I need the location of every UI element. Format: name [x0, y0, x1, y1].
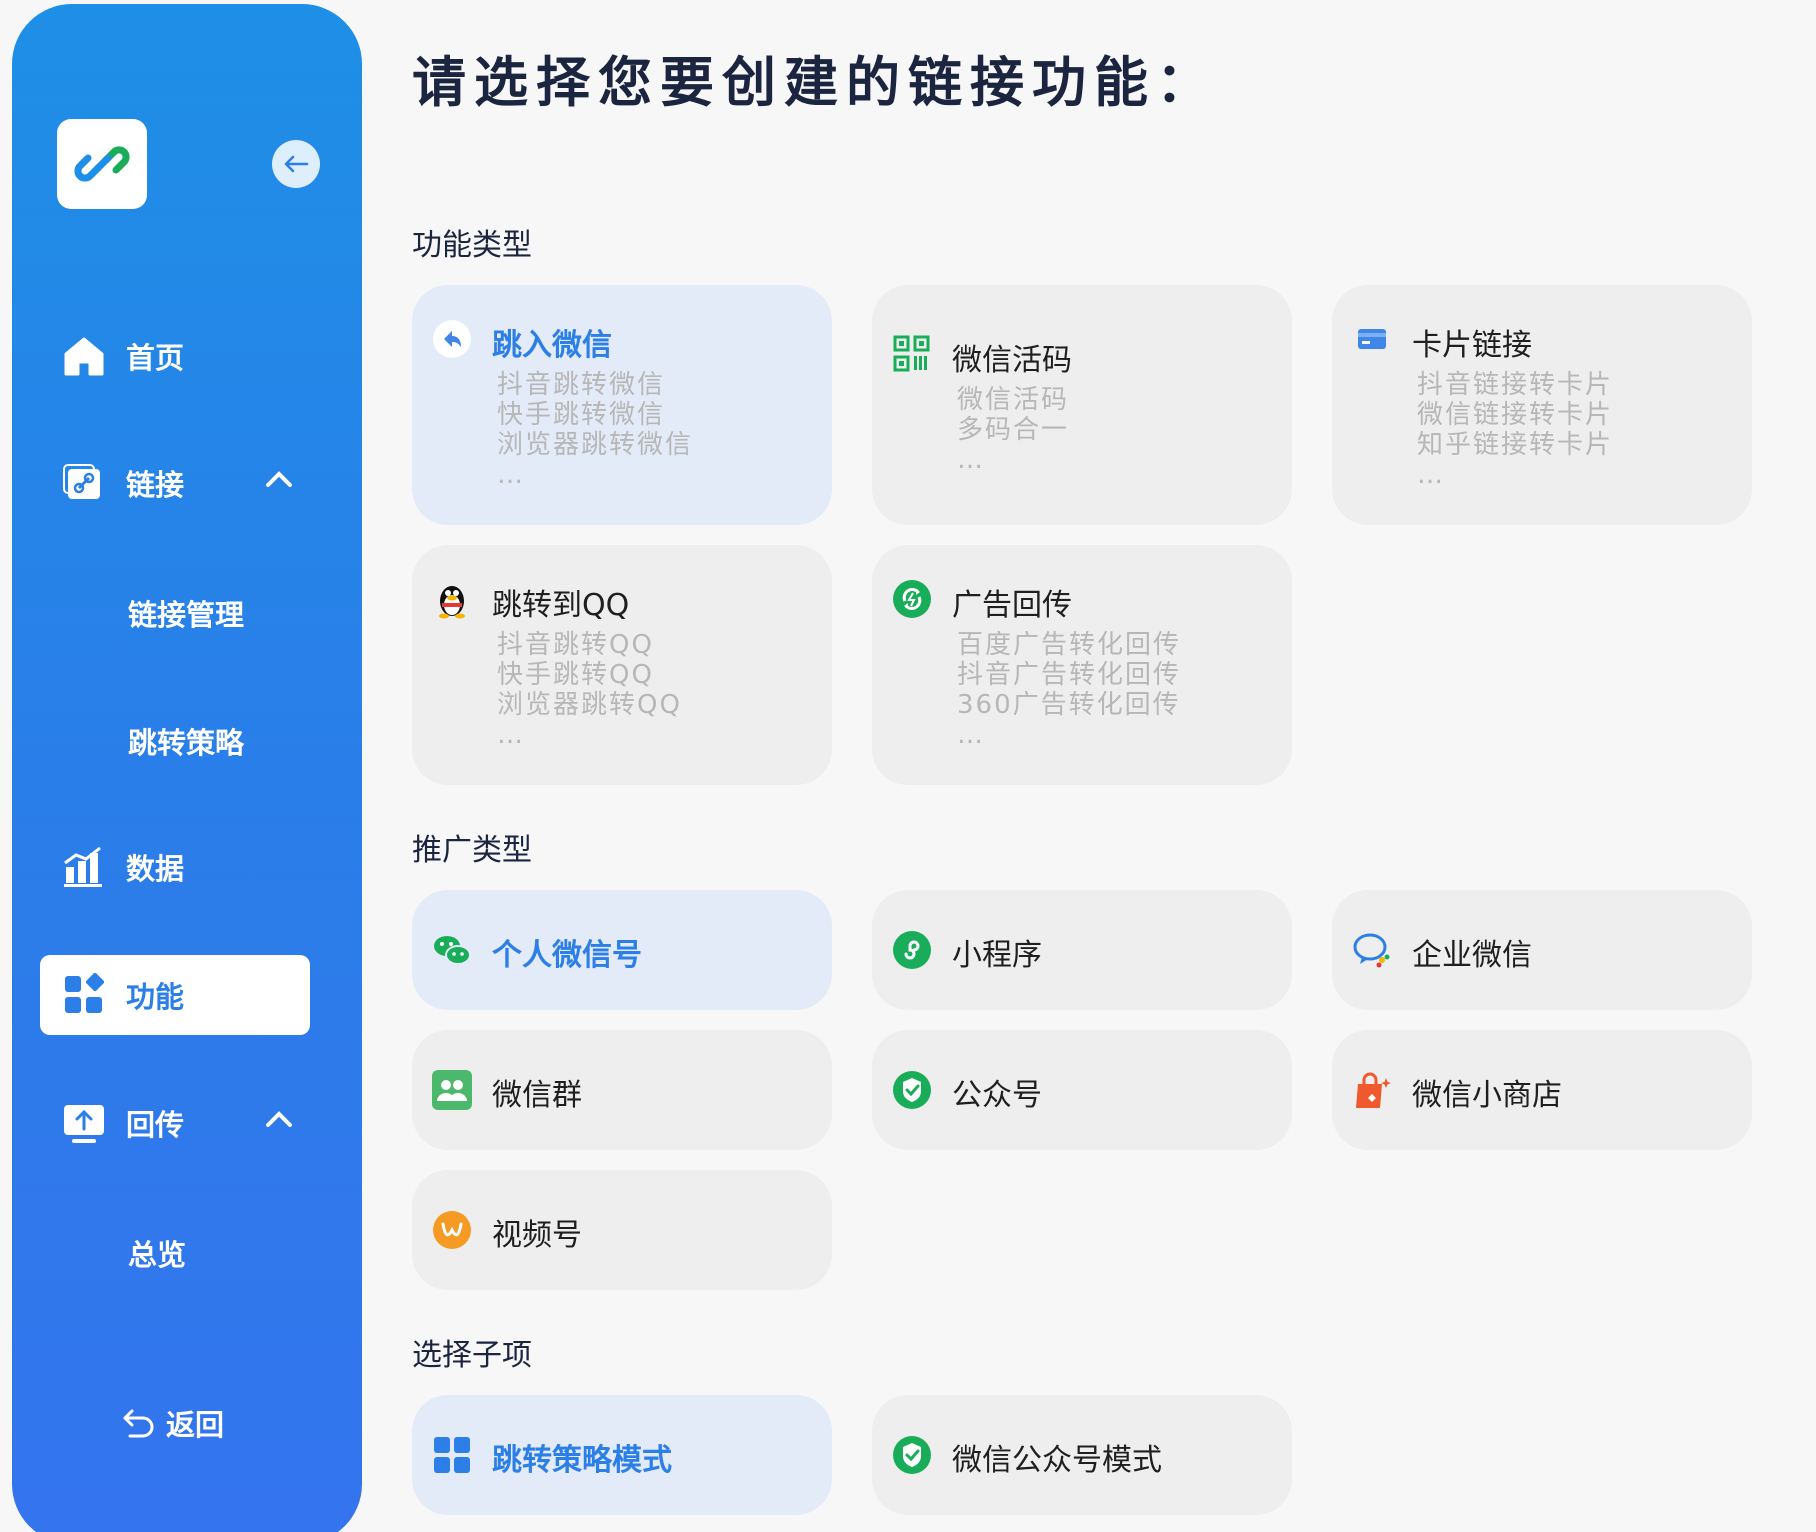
sub-card-official-account-mode[interactable]: 微信公众号模式: [872, 1395, 1292, 1515]
card-desc: 抖音跳转QQ 快手跳转QQ 浏览器跳转QQ …: [497, 630, 682, 750]
link-icon: [74, 146, 130, 182]
function-card-jump-qq[interactable]: 跳转到QQ 抖音跳转QQ 快手跳转QQ 浏览器跳转QQ …: [412, 545, 832, 785]
promo-card-official-account[interactable]: 公众号: [872, 1030, 1292, 1150]
card-title: 视频号: [492, 1218, 582, 1253]
nav-home-label: 首页: [126, 341, 185, 375]
upload-icon: [62, 1101, 106, 1145]
promo-card-wecom[interactable]: 企业微信: [1332, 890, 1752, 1010]
qq-icon: [432, 579, 472, 619]
nav-links-label: 链接: [126, 468, 185, 502]
nav-callback-label: 回传: [126, 1108, 185, 1142]
group-icon: [432, 1070, 472, 1110]
nav-callback[interactable]: 回传: [40, 1083, 310, 1163]
undo-icon: [123, 1409, 154, 1438]
collapse-sidebar-button[interactable]: [272, 140, 320, 188]
card-title: 微信群: [492, 1078, 582, 1113]
section-promo-type: 推广类型: [412, 833, 532, 868]
card-title: 企业微信: [1412, 938, 1532, 973]
bar-chart-icon: [62, 845, 106, 889]
sidebar: [12, 4, 362, 1532]
sub-card-jump-strategy-mode[interactable]: 跳转策略模式: [412, 1395, 832, 1515]
official-account-icon: [892, 1070, 932, 1110]
promo-card-personal-wechat[interactable]: 个人微信号: [412, 890, 832, 1010]
nav-data-label: 数据: [126, 852, 185, 886]
back-button[interactable]: 返回: [122, 1402, 224, 1444]
promo-card-miniprogram[interactable]: 小程序: [872, 890, 1292, 1010]
channels-icon: [432, 1210, 472, 1250]
function-card-ad-callback[interactable]: 广告回传 百度广告转化回传 抖音广告转化回传 360广告转化回传 …: [872, 545, 1292, 785]
card-title: 微信公众号模式: [952, 1443, 1162, 1478]
promo-card-wechat-shop[interactable]: 微信小商店: [1332, 1030, 1752, 1150]
page-title: 请选择您要创建的链接功能：: [412, 51, 1218, 114]
promo-card-channels[interactable]: 视频号: [412, 1170, 832, 1290]
grid-icon: [432, 1435, 472, 1475]
miniprogram-icon: [892, 930, 932, 970]
nav-jump-strategy[interactable]: 跳转策略: [128, 720, 244, 762]
section-function-type: 功能类型: [412, 228, 532, 263]
nav-home[interactable]: 首页: [40, 316, 310, 396]
links-icon: [62, 461, 106, 505]
card-title: 卡片链接: [1412, 328, 1532, 363]
nav-link-manage[interactable]: 链接管理: [128, 592, 244, 634]
card-desc: 抖音链接转卡片 微信链接转卡片 知乎链接转卡片 …: [1417, 370, 1614, 490]
card-title: 跳转策略模式: [492, 1443, 672, 1478]
back-label: 返回: [166, 1408, 225, 1442]
card-title: 跳入微信: [492, 328, 612, 363]
shop-bag-icon: [1352, 1070, 1392, 1110]
arrow-left-icon: [284, 155, 309, 173]
app-logo: [57, 119, 147, 209]
nav-overview[interactable]: 总览: [128, 1232, 186, 1274]
card-title: 广告回传: [952, 588, 1072, 623]
card-title: 公众号: [952, 1078, 1042, 1113]
nav-features[interactable]: 功能: [40, 955, 310, 1035]
section-sub-item: 选择子项: [412, 1338, 532, 1373]
card-title: 微信小商店: [1412, 1078, 1562, 1113]
card-title: 微信活码: [952, 343, 1072, 378]
promo-card-wechat-group[interactable]: 微信群: [412, 1030, 832, 1150]
features-grid-icon: [62, 973, 106, 1017]
chevron-up-icon[interactable]: [265, 469, 293, 489]
nav-links[interactable]: 链接: [40, 443, 310, 523]
chevron-up-icon[interactable]: [265, 1109, 293, 1129]
refresh-icon: [892, 579, 932, 619]
home-icon: [62, 334, 106, 378]
share-arrow-icon: [432, 319, 472, 359]
function-card-wechat-qrcode[interactable]: 微信活码 微信活码 多码合一 …: [872, 285, 1292, 525]
function-card-jump-wechat[interactable]: 跳入微信 抖音跳转微信 快手跳转微信 浏览器跳转微信 …: [412, 285, 832, 525]
nav-features-label: 功能: [126, 980, 185, 1014]
card-title: 跳转到QQ: [492, 588, 630, 623]
card-icon: [1352, 319, 1392, 359]
card-desc: 微信活码 多码合一 …: [957, 385, 1070, 475]
nav-data[interactable]: 数据: [40, 827, 310, 907]
wecom-icon: [1352, 930, 1392, 970]
official-account-icon: [892, 1435, 932, 1475]
card-desc: 抖音跳转微信 快手跳转微信 浏览器跳转微信 …: [497, 370, 694, 490]
card-desc: 百度广告转化回传 抖音广告转化回传 360广告转化回传 …: [957, 630, 1182, 750]
card-title: 小程序: [952, 938, 1042, 973]
qrcode-icon: [892, 334, 932, 374]
function-card-card-link[interactable]: 卡片链接 抖音链接转卡片 微信链接转卡片 知乎链接转卡片 …: [1332, 285, 1752, 525]
wechat-icon: [432, 930, 472, 970]
card-title: 个人微信号: [492, 938, 642, 973]
